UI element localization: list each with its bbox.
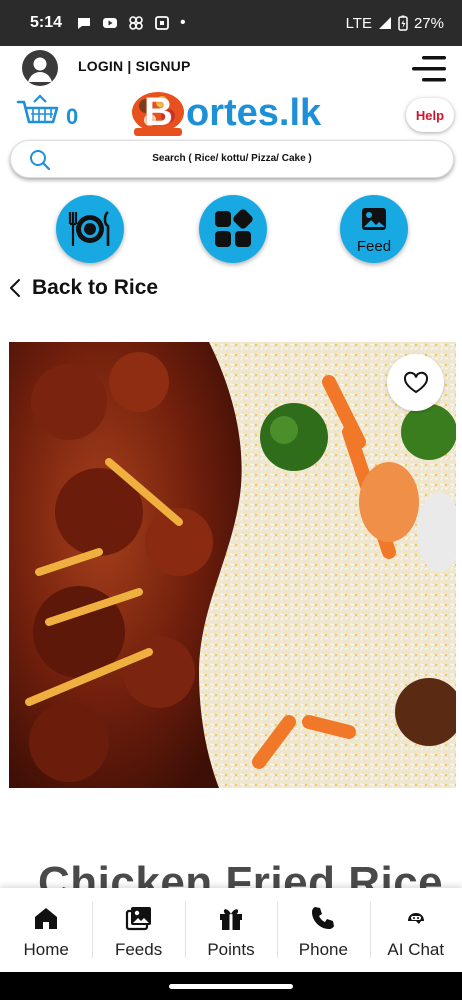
help-button[interactable]: Help — [406, 98, 454, 132]
feed-image-icon — [362, 208, 386, 230]
categories-icon — [215, 209, 253, 247]
home-icon — [35, 908, 58, 929]
chevron-left-icon — [10, 279, 20, 297]
nav-points[interactable]: Points — [184, 888, 277, 972]
logo-letter: B — [144, 90, 173, 134]
heart-icon — [403, 371, 428, 393]
app-notification-icon — [129, 16, 143, 30]
gift-icon — [219, 909, 242, 930]
sortes-logo[interactable]: B ortes.lk — [130, 88, 340, 140]
user-icon — [28, 57, 52, 82]
youtube-notification-icon — [103, 18, 118, 28]
login-signup-link[interactable]: LOGIN | SIGNUP — [78, 58, 191, 74]
status-time: 5:14 — [30, 14, 63, 31]
nav-ai-chat[interactable]: AI Chat — [369, 888, 462, 972]
menu-category-button[interactable] — [56, 195, 124, 263]
search-placeholder: Search ( Rice/ kottu/ Pizza/ Cake ) — [152, 153, 312, 164]
categories-button[interactable] — [199, 195, 267, 263]
avatar[interactable] — [22, 50, 58, 86]
battery-icon — [398, 15, 408, 31]
logo-text: ortes.lk — [186, 92, 322, 134]
cart-icon[interactable] — [16, 94, 60, 134]
phone-icon — [312, 907, 335, 929]
battery-level: 27% — [413, 14, 444, 32]
product-image — [9, 342, 456, 788]
nav-ai-chat-label: AI Chat — [387, 940, 445, 959]
bottom-navigation: Home Feeds Points Phone AI Chat — [0, 888, 462, 972]
ai-chat-icon — [407, 913, 424, 924]
nav-feeds-label: Feeds — [114, 940, 163, 959]
images-icon — [125, 907, 151, 931]
menu-icon[interactable] — [410, 52, 450, 86]
status-more-dot: • — [180, 14, 186, 31]
nav-home-label: Home — [23, 940, 69, 959]
plate-cutlery-icon — [68, 210, 110, 246]
signal-icon — [378, 17, 391, 29]
nav-points-label: Points — [207, 940, 255, 959]
home-gesture-handle[interactable] — [169, 984, 293, 989]
back-to-rice-link[interactable]: Back to Rice — [8, 276, 158, 300]
status-bar: 5:14 • LTE 27% — [0, 0, 462, 46]
screenshot-notification-icon — [155, 16, 169, 30]
system-navigation-bar — [0, 972, 462, 1000]
nav-phone-label: Phone — [298, 940, 348, 959]
nav-home[interactable]: Home — [0, 888, 92, 972]
network-type: LTE — [345, 14, 372, 32]
chat-notification-icon — [78, 18, 91, 29]
feed-label: Feed — [356, 238, 392, 255]
nav-feeds[interactable]: Feeds — [92, 888, 184, 972]
favorite-button[interactable] — [387, 354, 444, 411]
cart-count: 0 — [66, 104, 79, 129]
search-bar[interactable]: Search ( Rice/ kottu/ Pizza/ Cake ) — [10, 140, 454, 178]
nav-phone[interactable]: Phone — [277, 888, 369, 972]
fried-rice-photo — [9, 342, 456, 788]
feed-button[interactable]: Feed — [340, 195, 408, 263]
back-label: Back to Rice — [32, 276, 159, 299]
